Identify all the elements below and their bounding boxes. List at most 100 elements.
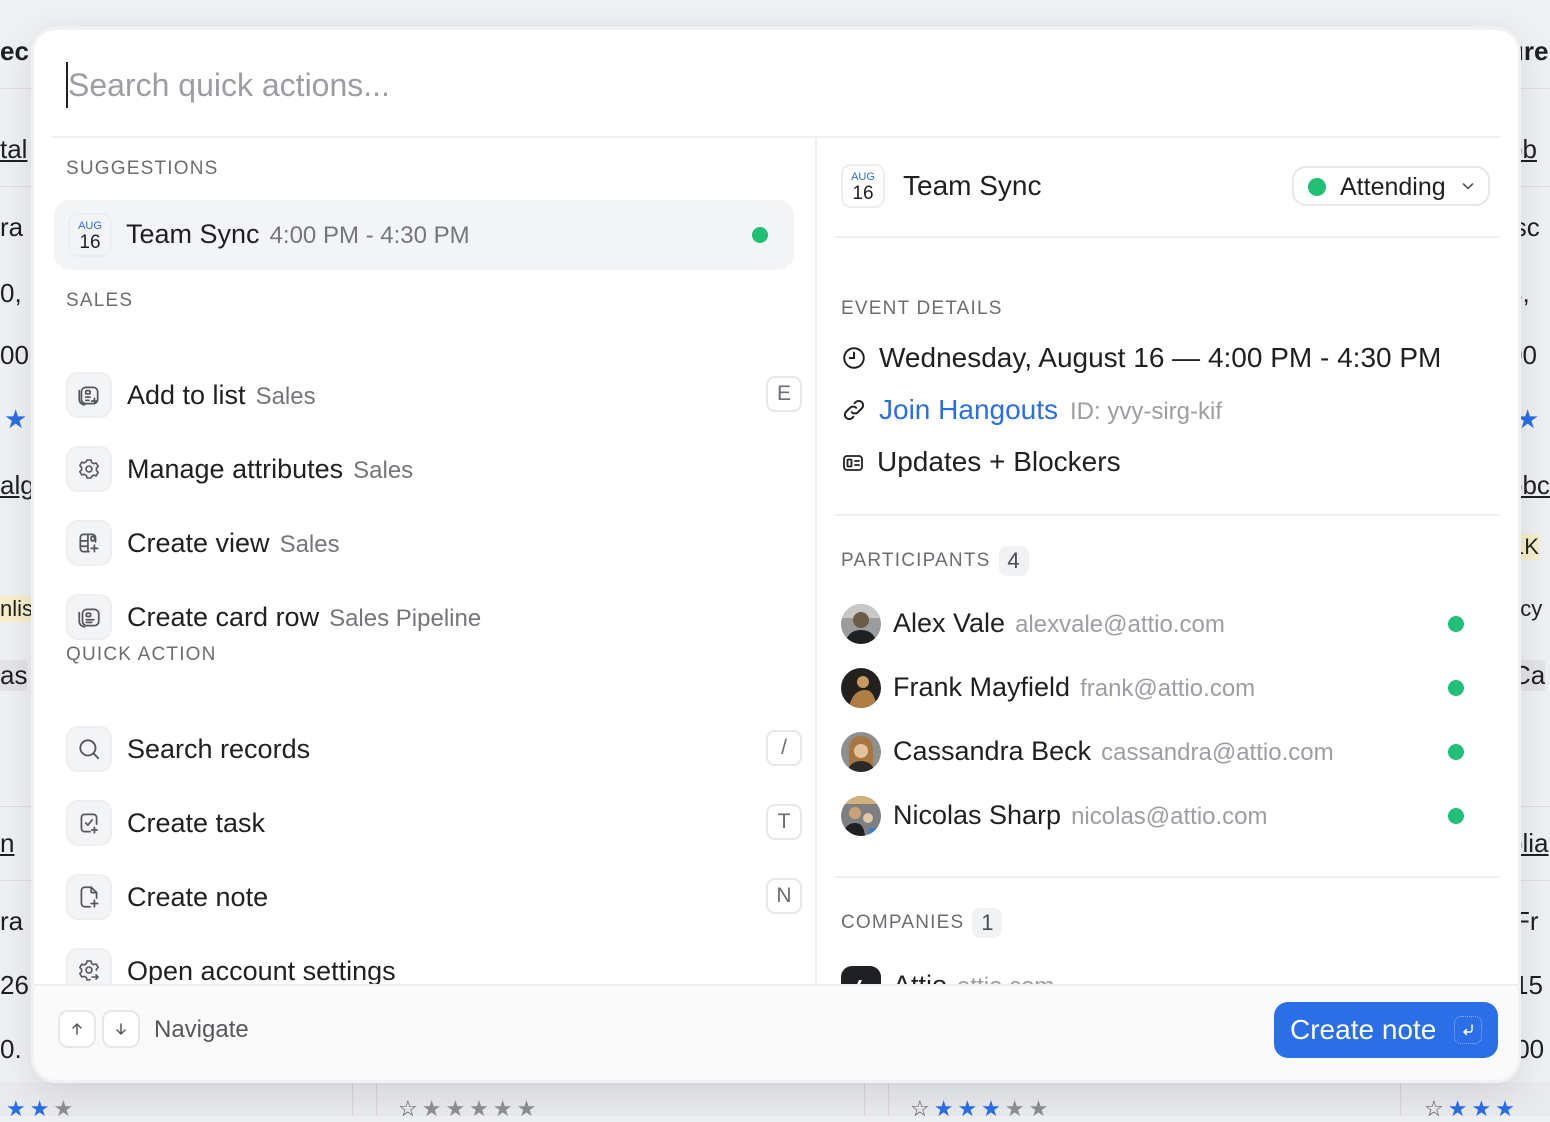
shortcut-key: N [766, 878, 802, 914]
search-icon [66, 726, 112, 772]
avatar [841, 604, 881, 644]
create-note-button-label: Create note [1290, 1014, 1437, 1045]
event-time: 4:00 PM - 4:30 PM [269, 222, 470, 249]
participant-name: Alex Vale [893, 608, 1006, 638]
arrow-up-icon [58, 1010, 96, 1048]
action-context: Sales [255, 383, 316, 410]
bg-text: ec [0, 36, 29, 66]
quick-actions-modal: SUGGESTIONS AUG 16 Team Sync 4:00 PM - 4:… [34, 30, 1518, 1080]
create-note-icon [66, 874, 112, 920]
event-preview-panel: AUG 16 Team Sync Attending EVENT DETAILS… [815, 138, 1518, 1006]
link-icon [841, 397, 867, 423]
companies-count-badge: 1 [972, 908, 1003, 938]
bg-text: 0. [0, 1034, 22, 1064]
action-create-note[interactable]: Create note N [66, 872, 802, 924]
bg-text: as [0, 660, 28, 691]
shortcut-key: E [766, 376, 802, 412]
attending-status-icon [1448, 744, 1464, 760]
background-rating-row [0, 1082, 1550, 1116]
card-row-icon [66, 594, 112, 640]
rating-stars[interactable]: ★★★ [6, 1096, 77, 1122]
rating-stars[interactable]: ☆★★★ [1424, 1096, 1519, 1122]
avatar [841, 796, 881, 836]
action-add-to-list[interactable]: Add to list Sales E [66, 370, 802, 422]
suggestion-item-team-sync[interactable]: AUG 16 Team Sync 4:00 PM - 4:30 PM [54, 200, 794, 270]
section-label-sales: SALES [66, 290, 134, 311]
status-dot-icon [1308, 178, 1326, 196]
bg-text: alg [0, 470, 35, 500]
bg-text: ra [0, 906, 24, 936]
chevron-down-icon [1460, 178, 1476, 199]
participant-row[interactable]: Alex Vale alexvale@attio.com [841, 602, 1478, 646]
action-create-task[interactable]: Create task T [66, 798, 802, 850]
action-label: Create task [127, 808, 266, 838]
shortcut-key: / [766, 730, 802, 766]
action-label: Search records [127, 734, 311, 764]
action-label: Add to list [127, 380, 246, 410]
action-create-card-row[interactable]: Create card row Sales Pipeline [66, 592, 802, 644]
create-note-button[interactable]: Create note [1274, 1002, 1498, 1058]
participant-email: frank@attio.com [1080, 675, 1256, 702]
participant-email: nicolas@attio.com [1071, 803, 1268, 830]
create-view-icon [66, 520, 112, 566]
action-create-view[interactable]: Create view Sales [66, 518, 802, 570]
action-label: Open account settings [127, 956, 396, 986]
search-bar [52, 30, 1500, 138]
rating-stars[interactable]: ☆★★★★★ [910, 1096, 1052, 1122]
shortcut-key: T [766, 804, 802, 840]
action-context: Sales Pipeline [329, 605, 482, 632]
palette-footer: Navigate Create note [34, 984, 1518, 1080]
calendar-date-icon: AUG 16 [841, 164, 885, 208]
action-label: Create note [127, 882, 269, 912]
event-header: AUG 16 Team Sync Attending [835, 138, 1500, 238]
navigate-hint: Navigate [154, 1016, 249, 1043]
bg-text: n [0, 828, 15, 858]
action-context: Sales [279, 531, 340, 558]
clock-icon [841, 345, 867, 371]
calendar-date-icon: AUG 16 [68, 213, 112, 257]
join-hangouts-link[interactable]: Join Hangouts [879, 394, 1058, 425]
section-label-companies: COMPANIES 1 [841, 908, 1003, 938]
action-label: Manage attributes [127, 454, 344, 484]
meeting-id: ID: yvy-sirg-kif [1070, 398, 1223, 425]
avatar [841, 732, 881, 772]
event-datetime-text: Wednesday, August 16 — 4:00 PM - 4:30 PM [879, 342, 1442, 373]
section-label-quick-action: QUICK ACTION [66, 644, 217, 665]
action-label: Create view [127, 528, 270, 558]
participant-row[interactable]: Cassandra Beck cassandra@attio.com [841, 730, 1478, 774]
event-title: Team Sync [903, 170, 1042, 201]
action-search-records[interactable]: Search records / [66, 724, 802, 776]
event-conference-link: Join Hangouts ID: yvy-sirg-kif [841, 394, 1222, 426]
bg-star-icon: ★ [4, 404, 28, 434]
date-day: 16 [852, 183, 874, 204]
suggestion-title: Team Sync 4:00 PM - 4:30 PM [126, 219, 470, 250]
attending-status-icon [1448, 808, 1464, 824]
rsvp-status-dropdown[interactable]: Attending [1292, 166, 1490, 206]
participant-row[interactable]: Nicolas Sharp nicolas@attio.com [841, 794, 1478, 838]
attending-status-icon [1448, 616, 1464, 632]
date-day: 16 [79, 232, 101, 253]
bg-star-icon: ★ [1516, 404, 1540, 434]
participant-row[interactable]: Frank Mayfield frank@attio.com [841, 666, 1478, 710]
gear-icon [66, 446, 112, 492]
participants-label: PARTICIPANTS [841, 550, 991, 572]
section-label-event-details: EVENT DETAILS [841, 298, 1003, 319]
bg-text: 0, [0, 278, 22, 308]
action-label: Create card row [127, 602, 320, 632]
participant-name: Cassandra Beck [893, 736, 1092, 766]
arrow-down-icon [102, 1010, 140, 1048]
search-input[interactable] [66, 62, 970, 108]
bg-text: 15 [1514, 970, 1543, 1000]
rsvp-status-label: Attending [1340, 173, 1446, 201]
section-label-participants: PARTICIPANTS 4 [841, 546, 1029, 576]
participants-count-badge: 4 [998, 546, 1029, 576]
rating-stars[interactable]: ☆★★★★★ [398, 1096, 540, 1122]
enter-key-icon [1454, 1016, 1482, 1044]
companies-label: COMPANIES [841, 912, 965, 934]
action-manage-attributes[interactable]: Manage attributes Sales [66, 444, 802, 496]
status-dot-icon [752, 227, 768, 243]
participant-name: Frank Mayfield [893, 672, 1071, 702]
attending-status-icon [1448, 680, 1464, 696]
avatar [841, 668, 881, 708]
event-title: Team Sync [126, 219, 260, 249]
